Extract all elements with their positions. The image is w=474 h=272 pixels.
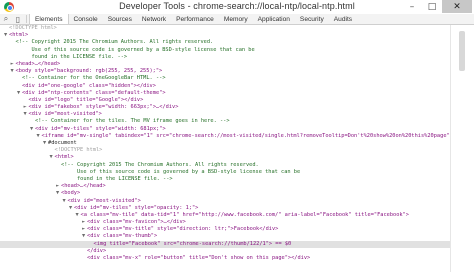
vertical-scrollbar[interactable] [450,25,474,272]
dom-node-text: #document [48,140,77,146]
tab-network[interactable]: Network [137,14,171,24]
toolbar-divider [26,15,27,23]
dom-node-text: found in the LICENSE file. --> [61,175,173,182]
dom-node-text: <!DOCTYPE html> [54,147,103,154]
dom-node-text: <div id="mv-tiles" style="width: 681px;"… [35,125,166,132]
dom-node-line[interactable]: ▼ <body> [0,190,450,197]
dom-node-line[interactable]: found in the LICENSE file. --> [0,54,450,61]
dom-node-text: <div id="one-google" class="hidden"></di… [22,82,156,89]
dom-node-text: Use of this source code is governed by a… [15,46,255,53]
dom-node-line[interactable]: <div id="logo" title="Google"></div> [0,97,450,104]
close-button[interactable]: ✕ [442,0,472,13]
dom-node-text: <!DOCTYPE html> [9,25,57,31]
title-bar: Developer Tools - chrome-search://local-… [0,0,474,14]
dom-node-line[interactable]: <!-- Copyright 2015 The Chromium Authors… [0,162,450,169]
dom-node-text: <head>…</head> [61,183,106,190]
dom-node-line[interactable]: Use of this source code is governed by a… [0,47,450,54]
dom-node-text: <!-- Copyright 2015 The Chromium Authors… [61,161,259,168]
dom-node-line[interactable]: ► <div class="mv-title" style="direction:… [0,226,450,233]
devtools-toolbar: ⌕ ▯ Elements Console Sources Network Perform… [0,14,474,25]
dom-node-text: <!-- Copyright 2015 The Chromium Authors… [15,39,214,46]
dom-node-text: <div id="most-visited"> [67,197,141,204]
dom-node-line[interactable]: <div id="one-google" class="hidden"></di… [0,83,450,90]
dom-node-line[interactable]: ▼ <a class="mv-tile" data-tid="1" href="h… [0,212,450,219]
dom-node-text: <html> [9,32,29,39]
dom-node-text: <div class="mv-thumb"> [87,233,158,240]
dom-node-text: <iframe id="mv-single" tabindex="1" src=… [41,132,451,139]
dom-node-text: <!-- Container for the tiles. The MV ifr… [35,118,230,125]
dom-node-line[interactable]: ▼ <div id="mv-tiles" style="width: 681px;… [0,126,450,133]
dom-node-line[interactable]: found in the LICENSE file. --> [0,176,450,183]
dom-node-line[interactable]: </div> [0,248,450,255]
dom-node-line[interactable]: ► <head>…</head> [0,61,450,68]
dom-node-text: found in the LICENSE file. --> [15,53,128,60]
dom-node-line[interactable]: ▼ <div id="ntp-contents" class="default-t… [0,90,450,97]
dom-node-text: <html> [54,154,74,161]
tab-application[interactable]: Application [253,14,295,24]
dom-node-text: <div id="fakebox" style="width: 663px;">… [28,104,179,111]
dom-node-text: <div class="mv-x" role="button" title="D… [87,255,311,261]
scrollbar-thumb[interactable] [459,31,465,71]
dom-node-line[interactable]: ▼ <div id="most-visited"> [0,111,450,118]
dom-node-text: <body> [61,190,81,197]
dom-node-line[interactable]: <!DOCTYPE html> [0,147,450,154]
device-toggle-icon[interactable]: ▯ [12,14,24,24]
window-controls: – □ ✕ [402,0,472,13]
dom-node-line[interactable]: ▼ <html> [0,154,450,161]
dom-node-text: <div id="most-visited"> [28,111,102,118]
dom-node-line[interactable]: ▼ <body style="background: rgb(255, 255, … [0,68,450,75]
dom-node-text: <img title="Facebook" src="chrome-search… [93,240,292,247]
dom-node-text: <body style="background: rgb(255, 255, 2… [15,68,163,75]
tab-memory[interactable]: Memory [219,14,253,24]
dom-node-line[interactable]: ► <div id="fakebox" style="width: 663px;"… [0,104,450,111]
selected-dom-node[interactable]: <img title="Facebook" src="chrome-search… [0,240,450,248]
dom-node-text: <div id="mv-tiles" style="opacity: 1;"> [74,204,199,211]
dom-node-text: <div id="logo" title="Google"></div> [28,96,144,103]
tab-security[interactable]: Security [295,14,329,24]
tab-elements[interactable]: Elements [29,14,69,24]
dom-node-text: </div> [87,247,107,254]
tab-console[interactable]: Console [69,14,103,24]
dom-node-line[interactable]: ► <head>…</head> [0,183,450,190]
dom-node-text: <div class="mv-title" style="direction: … [87,226,279,233]
maximize-button[interactable]: □ [422,0,442,13]
dom-node-line[interactable]: Use of this source code is governed by a… [0,169,450,176]
devtools-tabs: Elements Console Sources Network Performance… [29,14,357,24]
dom-node-text: Use of this source code is governed by a… [61,168,301,175]
dom-node-line[interactable]: ▼ <iframe id="mv-single" tabindex="1" src… [0,132,451,140]
dom-node-line[interactable]: <!-- Container for the OneGoogleBar HTML… [0,75,450,82]
dom-node-text: <div class="mv-favicon">…</div> [87,219,186,226]
dom-node-text: <head>…</head> [15,60,61,67]
dom-node-line[interactable]: ▼ #document [0,140,450,147]
dom-node-line[interactable]: ► <div class="mv-favicon">…</div> [0,219,450,226]
dom-node-line[interactable]: <div class="mv-x" role="button" title="D… [0,255,450,262]
dom-node-line[interactable]: ▼ <div id="mv-tiles" style="opacity: 1;"> [0,205,450,212]
dom-node-line[interactable]: ▼ <div id="most-visited"> [0,198,450,205]
dom-node-line[interactable]: ▼ <div class="mv-thumb"> [0,233,450,240]
elements-tree[interactable]: <!DOCTYPE html> ▼ <html> <!-- Copyright 201… [0,25,450,272]
dom-node-line[interactable]: <!-- Copyright 2015 The Chromium Authors… [0,39,450,46]
tab-sources[interactable]: Sources [103,14,137,24]
dom-node-text: <!-- Container for the OneGoogleBar HTML… [22,75,166,82]
dom-node-line[interactable]: ▼ <html> [0,32,450,39]
minimize-button[interactable]: – [402,0,422,13]
tab-audits[interactable]: Audits [329,14,357,24]
inspect-element-icon[interactable]: ⌕ [0,14,12,24]
dom-node-line[interactable]: <!-- Container for the tiles. The MV ifr… [0,118,450,125]
dom-node-text: <a class="mv-tile" data-tid="1" href="ht… [80,211,409,218]
dom-node-text: <div id="ntp-contents" class="default-th… [22,89,166,96]
tab-performance[interactable]: Performance [171,14,219,24]
dom-node-line[interactable]: <!DOCTYPE html> [0,25,450,32]
